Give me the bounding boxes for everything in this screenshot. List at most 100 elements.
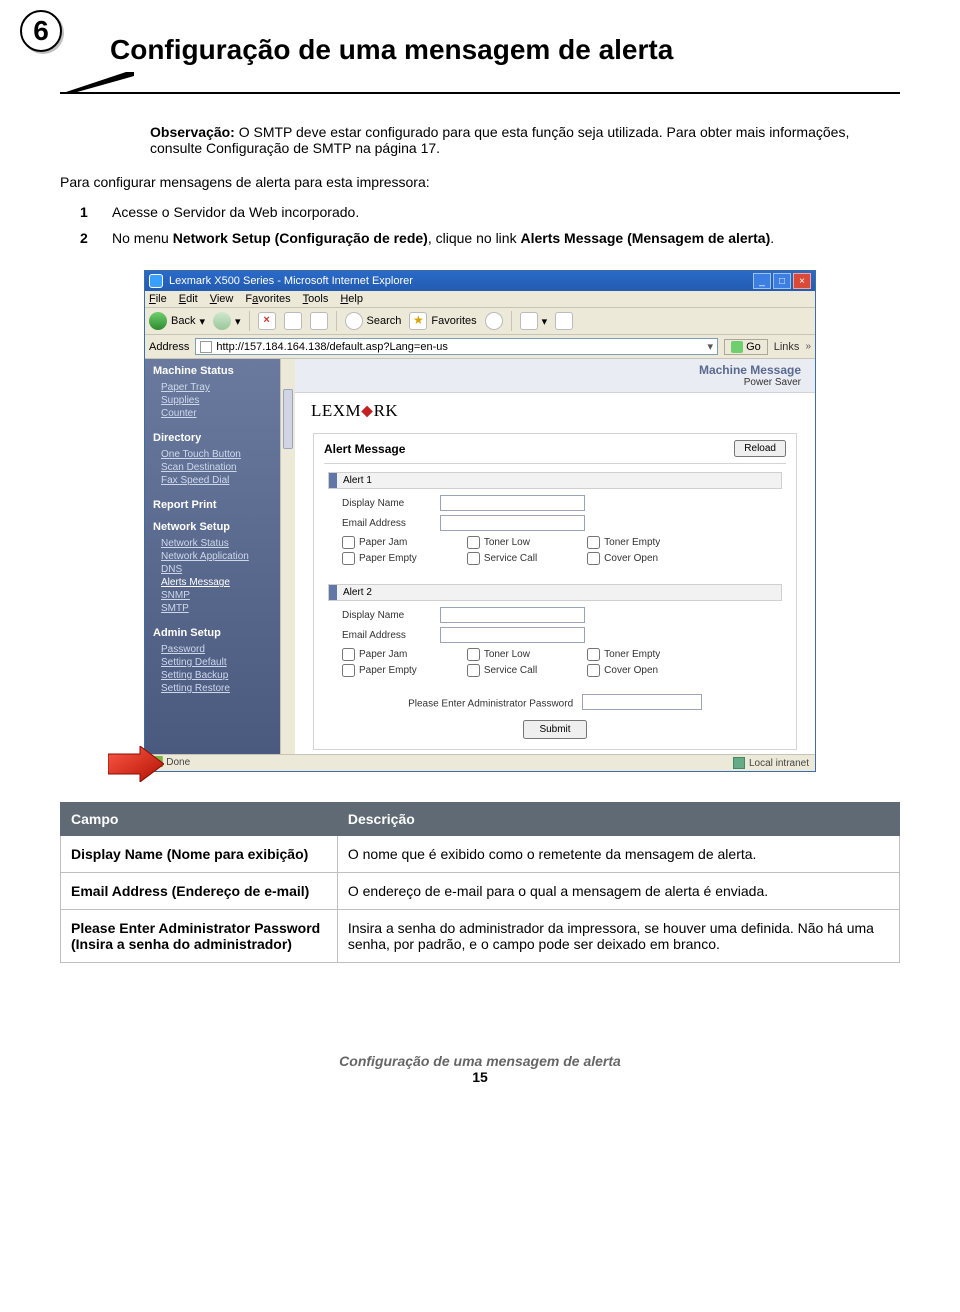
- menu-file[interactable]: File: [149, 293, 167, 305]
- sidebar-section-report-print[interactable]: Report Print: [145, 493, 295, 515]
- minimize-button[interactable]: _: [753, 273, 771, 289]
- alert2-servicecall-checkbox[interactable]: Service Call: [467, 664, 537, 677]
- red-arrow-annotation: [108, 746, 164, 782]
- table-cell-val: O nome que é exibido como o remetente da…: [337, 836, 899, 873]
- submit-button[interactable]: Submit: [523, 720, 586, 739]
- menu-edit[interactable]: Edit: [179, 293, 198, 305]
- sidebar-scrollbar[interactable]: [280, 359, 295, 754]
- sidebar-item-smtp[interactable]: SMTP: [161, 602, 295, 615]
- sidebar-item-snmp[interactable]: SNMP: [161, 589, 295, 602]
- admin-password-input[interactable]: [582, 694, 702, 710]
- sidebar-item-fax-speed-dial[interactable]: Fax Speed Dial: [161, 474, 295, 487]
- table-row: Display Name (Nome para exibição) O nome…: [61, 836, 900, 873]
- main-area: Machine Message Power Saver LEXM⬥RK Aler…: [295, 359, 815, 754]
- mail-button[interactable]: ▾: [520, 312, 548, 330]
- forward-button[interactable]: ▾: [213, 312, 241, 330]
- machine-message-sub: Power Saver: [309, 377, 801, 388]
- home-button[interactable]: [310, 312, 328, 330]
- footer-title: Configuração de uma mensagem de alerta: [60, 1053, 900, 1069]
- sidebar-item-setting-backup[interactable]: Setting Backup: [161, 669, 295, 682]
- sidebar-item-setting-default[interactable]: Setting Default: [161, 656, 295, 669]
- sidebar-item-dns[interactable]: DNS: [161, 563, 295, 576]
- alert1-tonerempty-checkbox[interactable]: Toner Empty: [587, 536, 660, 549]
- note-label: Observação:: [150, 124, 235, 140]
- sidebar-item-scan-destination[interactable]: Scan Destination: [161, 461, 295, 474]
- links-label[interactable]: Links: [774, 341, 800, 353]
- title-rule: [60, 72, 900, 96]
- table-header-campo: Campo: [61, 803, 338, 836]
- sidebar-item-password[interactable]: Password: [161, 643, 295, 656]
- sidebar: Machine Status Paper Tray Supplies Count…: [145, 359, 295, 754]
- sidebar-item-one-touch[interactable]: One Touch Button: [161, 448, 295, 461]
- sidebar-section-directory: Directory: [145, 426, 295, 448]
- sidebar-item-supplies[interactable]: Supplies: [161, 394, 295, 407]
- alert2-paperjam-checkbox[interactable]: Paper Jam: [342, 648, 417, 661]
- sidebar-item-paper-tray[interactable]: Paper Tray: [161, 381, 295, 394]
- email-label: Email Address: [342, 518, 432, 529]
- back-button[interactable]: Back ▾: [149, 312, 205, 330]
- alert-2-header: Alert 2: [328, 584, 782, 601]
- status-bar: 🟩 Done Local intranet: [145, 754, 815, 771]
- admin-password-row: Please Enter Administrator Password: [314, 688, 796, 716]
- window-titlebar: Lexmark X500 Series - Microsoft Internet…: [145, 271, 815, 291]
- refresh-icon: [284, 312, 302, 330]
- footer-page-number: 15: [60, 1069, 900, 1085]
- maximize-button[interactable]: □: [773, 273, 791, 289]
- alert-2-group: Alert 2 Display Name Email Address Paper…: [314, 576, 796, 688]
- alert1-coveropen-checkbox[interactable]: Cover Open: [587, 552, 660, 565]
- alert2-coveropen-checkbox[interactable]: Cover Open: [587, 664, 660, 677]
- menu-favorites[interactable]: Favorites: [245, 293, 290, 305]
- alert1-email-input[interactable]: [440, 515, 585, 531]
- page-footer: Configuração de uma mensagem de alerta 1…: [60, 1053, 900, 1085]
- display-name-label: Display Name: [342, 610, 432, 621]
- menu-tools[interactable]: Tools: [303, 293, 329, 305]
- alert-1-header: Alert 1: [328, 472, 782, 489]
- menu-help[interactable]: Help: [340, 293, 363, 305]
- sidebar-item-network-status[interactable]: Network Status: [161, 537, 295, 550]
- search-icon: [345, 312, 363, 330]
- alert2-email-input[interactable]: [440, 627, 585, 643]
- chevron-down-icon[interactable]: ▾: [708, 340, 714, 353]
- alert1-paperjam-checkbox[interactable]: Paper Jam: [342, 536, 417, 549]
- alert-message-panel: Alert Message Reload Alert 1 Display Nam…: [313, 433, 797, 750]
- step-item: 2 No menu Network Setup (Configuração de…: [80, 230, 900, 246]
- menu-view[interactable]: View: [210, 293, 234, 305]
- reload-button[interactable]: Reload: [734, 440, 786, 457]
- favorites-button[interactable]: ★Favorites: [409, 312, 476, 330]
- refresh-button[interactable]: [284, 312, 302, 330]
- sidebar-section-admin-setup: Admin Setup: [145, 621, 295, 643]
- sidebar-item-setting-restore[interactable]: Setting Restore: [161, 682, 295, 695]
- close-button[interactable]: ×: [793, 273, 811, 289]
- table-header-descricao: Descrição: [337, 803, 899, 836]
- step-item: 1 Acesse o Servidor da Web incorporado.: [80, 204, 900, 220]
- browser-window: Lexmark X500 Series - Microsoft Internet…: [144, 270, 816, 772]
- alert1-servicecall-checkbox[interactable]: Service Call: [467, 552, 537, 565]
- alert2-paperempty-checkbox[interactable]: Paper Empty: [342, 664, 417, 677]
- stop-button[interactable]: ×: [258, 312, 276, 330]
- table-cell-val: O endereço de e-mail para o qual a mensa…: [337, 873, 899, 910]
- note-block: Observação: O SMTP deve estar configurad…: [150, 124, 900, 156]
- window-title: Lexmark X500 Series - Microsoft Internet…: [169, 275, 413, 287]
- table-cell-key: Please Enter Administrator Password (Ins…: [61, 910, 338, 963]
- back-icon: [149, 312, 167, 330]
- page-icon: [200, 341, 212, 353]
- step-number-badge: 6: [20, 10, 62, 52]
- status-zone: Local intranet: [733, 757, 809, 769]
- alert1-paperempty-checkbox[interactable]: Paper Empty: [342, 552, 417, 565]
- alert1-tonerlow-checkbox[interactable]: Toner Low: [467, 536, 537, 549]
- go-button[interactable]: Go: [724, 339, 768, 355]
- search-button[interactable]: Search: [345, 312, 402, 330]
- alert2-tonerlow-checkbox[interactable]: Toner Low: [467, 648, 537, 661]
- history-button[interactable]: [485, 312, 503, 330]
- table-cell-key: Display Name (Nome para exibição): [61, 836, 338, 873]
- sidebar-item-alerts-message[interactable]: Alerts Message: [161, 576, 295, 589]
- table-cell-val: Insira a senha do administrador da impre…: [337, 910, 899, 963]
- alert2-display-name-input[interactable]: [440, 607, 585, 623]
- url-input[interactable]: http://157.184.164.138/default.asp?Lang=…: [195, 338, 718, 355]
- stop-icon: ×: [258, 312, 276, 330]
- sidebar-item-network-application[interactable]: Network Application: [161, 550, 295, 563]
- alert2-tonerempty-checkbox[interactable]: Toner Empty: [587, 648, 660, 661]
- alert1-display-name-input[interactable]: [440, 495, 585, 511]
- sidebar-item-counter[interactable]: Counter: [161, 407, 295, 420]
- print-button[interactable]: [555, 312, 573, 330]
